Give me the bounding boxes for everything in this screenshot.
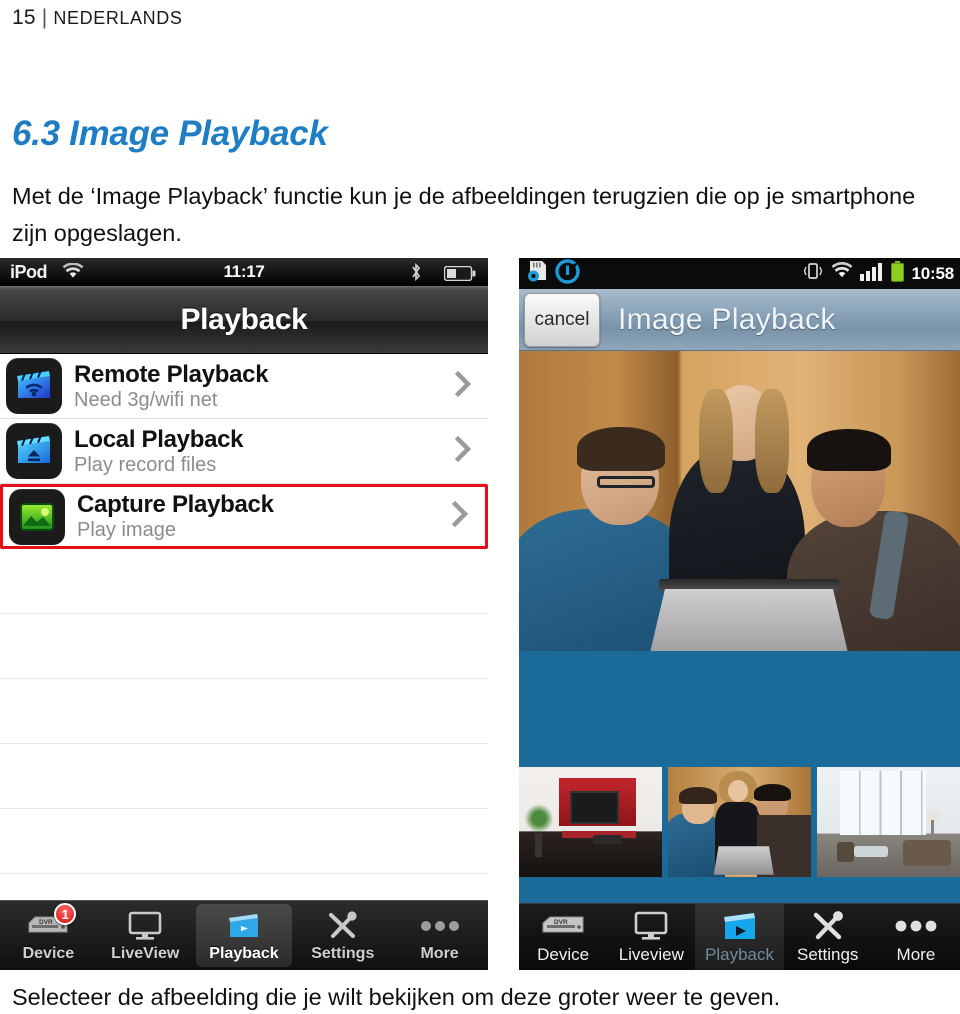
tab-label: More xyxy=(896,945,936,964)
tab-label: Device xyxy=(537,945,590,964)
battery-full-icon xyxy=(890,260,905,287)
clapperboard-wifi-icon xyxy=(6,358,62,414)
tab-device[interactable]: DVR 1 Device xyxy=(0,901,97,970)
device-badge-count: 1 xyxy=(54,903,77,925)
intro-paragraph: Met de ‘Image Playback’ functie kun je d… xyxy=(12,183,916,246)
ellipsis-icon xyxy=(418,909,462,943)
thumbnail-strip xyxy=(519,764,960,880)
android-status-bar: 10:58 xyxy=(519,258,960,289)
empty-row xyxy=(0,679,488,744)
thumbnail-people-laptop[interactable] xyxy=(668,767,811,877)
thumbnail-bright-room[interactable] xyxy=(817,767,960,877)
tab-liveview[interactable]: Liveview xyxy=(607,904,695,970)
battery-icon xyxy=(443,265,476,286)
list-item-local-playback[interactable]: Local Playback Play record files xyxy=(0,419,488,484)
android-action-bar: cancel Image Playback xyxy=(519,289,960,351)
android-clock: 10:58 xyxy=(911,263,955,283)
tab-settings[interactable]: Settings xyxy=(294,901,391,970)
empty-row xyxy=(0,549,488,614)
tools-icon xyxy=(810,909,846,943)
ios-phone-screenshot: iPod 11:17 Playback Remote Playback Need… xyxy=(0,258,488,970)
photo-people-laptop xyxy=(519,351,960,651)
tab-label: LiveView xyxy=(111,944,180,962)
tab-more[interactable]: More xyxy=(391,901,488,970)
ios-menu-list: Remote Playback Need 3g/wifi net Local P… xyxy=(0,354,488,874)
list-item-text: Local Playback Play record files xyxy=(74,426,448,477)
list-item-subtitle: Play record files xyxy=(74,453,217,476)
list-item-subtitle: Play image xyxy=(77,519,176,541)
tab-device[interactable]: DVR Device xyxy=(519,904,607,970)
header-separator: | xyxy=(41,6,48,29)
tab-playback[interactable]: Playback xyxy=(195,904,293,967)
clapperboard-play-icon xyxy=(721,909,759,943)
signal-bars-icon xyxy=(859,262,883,286)
status-right-icons: 10:58 xyxy=(802,260,955,287)
tab-playback[interactable]: Playback xyxy=(695,904,784,970)
document-header: 15 | NEDERLANDS xyxy=(12,6,182,30)
tools-icon xyxy=(326,909,360,943)
clapperboard-eject-icon xyxy=(6,423,62,479)
list-item-subtitle: Need 3g/wifi net xyxy=(74,388,218,411)
tab-settings[interactable]: Settings xyxy=(784,904,872,970)
ios-status-bar: iPod 11:17 xyxy=(0,258,488,286)
empty-list-rows xyxy=(0,549,488,874)
wifi-icon xyxy=(831,261,853,285)
section-title: 6.3 Image Playback xyxy=(12,114,328,153)
main-preview-image[interactable] xyxy=(519,351,960,651)
empty-row xyxy=(0,809,488,874)
svg-text:DVR: DVR xyxy=(39,919,53,926)
cancel-button[interactable]: cancel xyxy=(524,292,600,347)
android-title: Image Playback xyxy=(618,302,836,336)
photo-landscape-icon xyxy=(9,488,65,545)
vibrate-icon xyxy=(802,261,824,286)
language-label: NEDERLANDS xyxy=(53,8,183,28)
tab-label: Settings xyxy=(311,944,375,962)
tab-label: Liveview xyxy=(618,945,684,964)
android-phone-screenshot: 10:58 cancel Image Playback DVR Device L… xyxy=(519,258,960,970)
ios-navbar: Playback xyxy=(0,286,488,354)
monitor-icon xyxy=(128,909,162,943)
image-area-background xyxy=(519,651,960,764)
c-logo-icon xyxy=(554,258,581,289)
thumbnail-living-room-red[interactable] xyxy=(519,767,662,877)
dvr-icon: DVR xyxy=(539,909,587,943)
empty-row xyxy=(0,744,488,809)
tab-more[interactable]: More xyxy=(872,904,960,970)
chevron-right-icon xyxy=(448,435,488,467)
chevron-right-icon xyxy=(445,500,485,532)
ios-tab-bar: DVR 1 Device LiveView Playback Settings … xyxy=(0,900,488,970)
document-page: 15 | NEDERLANDS 6.3 Image Playback Met d… xyxy=(0,0,960,1014)
tab-label: Playback xyxy=(209,944,279,962)
page-number: 15 xyxy=(12,6,36,29)
sdcard-settings-icon xyxy=(525,259,552,289)
list-item-text: Capture Playback Play image xyxy=(77,491,445,542)
tab-liveview[interactable]: LiveView xyxy=(97,901,194,970)
chevron-right-icon xyxy=(448,370,488,402)
bluetooth-icon xyxy=(410,262,422,286)
tab-label: More xyxy=(420,944,459,962)
clapperboard-play-icon xyxy=(227,909,261,943)
tab-label: Settings xyxy=(796,945,859,964)
svg-text:DVR: DVR xyxy=(554,919,568,926)
tab-label: Device xyxy=(22,944,75,962)
monitor-icon xyxy=(634,909,668,943)
list-item-remote-playback[interactable]: Remote Playback Need 3g/wifi net xyxy=(0,354,488,419)
list-item-title: Capture Playback xyxy=(77,491,274,518)
figure-screenshots: iPod 11:17 Playback Remote Playback Need… xyxy=(0,258,960,976)
figure-caption: Selecteer de afbeelding die je wilt beki… xyxy=(12,984,781,1010)
ios-navbar-title: Playback xyxy=(180,302,308,336)
list-item-capture-playback[interactable]: Capture Playback Play image xyxy=(0,484,488,549)
android-tab-bar: DVR Device Liveview Playback Settings Mo… xyxy=(519,903,960,970)
list-item-title: Local Playback xyxy=(74,425,244,453)
list-item-text: Remote Playback Need 3g/wifi net xyxy=(74,361,448,412)
list-item-title: Remote Playback xyxy=(74,360,269,388)
status-left-icons xyxy=(519,258,581,289)
ellipsis-icon xyxy=(893,909,939,943)
empty-row xyxy=(0,614,488,679)
tab-label: Playback xyxy=(705,945,774,964)
